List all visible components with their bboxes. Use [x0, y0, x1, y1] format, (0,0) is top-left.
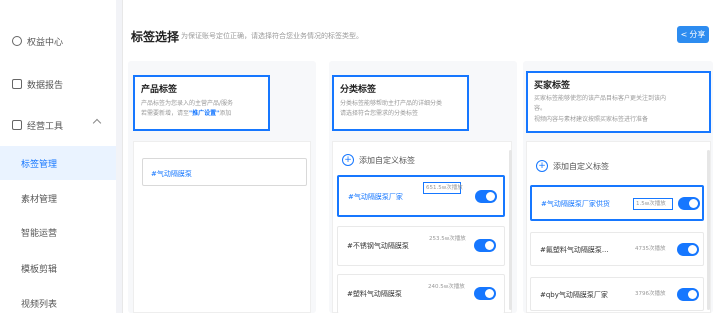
- sidebar-item-label: 标签管理: [21, 159, 58, 170]
- product-tag-column: 产品标签 产品标签为您录入的主营产品/服务 若需要新增，请至"推广设置"添加 #…: [128, 61, 316, 313]
- sidebar-item-rights-center[interactable]: 权益中心: [0, 24, 116, 58]
- sidebar-item-label: 智能运营: [21, 228, 58, 239]
- promotion-settings-link[interactable]: "推广设置": [189, 110, 219, 117]
- chart-icon: [12, 79, 22, 89]
- tag-toggle[interactable]: [678, 197, 700, 210]
- tag-name: #气动隔膜泵厂家: [348, 193, 403, 201]
- product-tag-desc-1: 产品标签为您录入的主营产品/服务: [141, 100, 234, 107]
- buyer-tag-desc-2: 容。: [534, 105, 547, 112]
- sidebar-item-data-report[interactable]: 数据报告: [0, 67, 116, 101]
- chevron-up-icon: [92, 118, 102, 128]
- toolbox-icon: [12, 120, 22, 130]
- product-tag-list: #气动隔膜泵: [133, 141, 311, 313]
- category-tag-title: 分类标签: [340, 85, 377, 95]
- buyer-tag-card[interactable]: #qby气动隔膜泵厂家 3796次播放: [530, 277, 704, 311]
- tag-name: #塑料气动隔膜泵: [347, 290, 402, 298]
- tag-toggle[interactable]: [677, 288, 699, 301]
- product-tag-name: #气动隔膜泵: [151, 170, 192, 178]
- category-tag-desc-1: 分类标签能够帮助主打产品的详细分类: [340, 100, 443, 107]
- tag-name: #qby气动隔膜泵厂家: [540, 291, 608, 299]
- sidebar-item-label: 素材管理: [21, 194, 58, 205]
- category-tag-column: 分类标签 分类标签能够帮助主打产品的详细分类 请选择符合您需求的分类标签 + 添…: [329, 61, 517, 313]
- buyer-tag-list: + 添加自定义标签 #气动隔膜泵厂家供货 1.5w次播放 #氟塑料气动隔膜泵..…: [526, 141, 711, 313]
- sidebar-item-label: 视频列表: [21, 299, 58, 310]
- scrollbar[interactable]: [509, 150, 512, 310]
- category-tag-card[interactable]: #气动隔膜泵厂家 651.5w次播放: [337, 175, 505, 217]
- tag-play-count: 3796次播放: [635, 291, 666, 297]
- category-tag-card[interactable]: #不锈钢气动隔膜泵 253.5w次播放: [337, 226, 505, 266]
- buyer-tag-title: 买家标签: [534, 81, 571, 91]
- tag-play-count: 651.5w次播放: [423, 182, 463, 194]
- share-label: 分享: [689, 30, 706, 39]
- tag-toggle[interactable]: [475, 190, 497, 203]
- buyer-tag-header: 买家标签 买家标签能够使您的该产品目标客户更关注到该内 容。 视频内容与素材建议…: [526, 71, 711, 133]
- tag-toggle[interactable]: [474, 239, 496, 252]
- main-panel: 标签选择 为保证账号定位正确，请选择符合您业务情况的标签类型。 < 分享 产品标…: [122, 0, 717, 313]
- product-tag-header: 产品标签 产品标签为您录入的主营产品/服务 若需要新增，请至"推广设置"添加: [133, 75, 270, 131]
- product-tag-desc-2: 若需要新增，请至"推广设置"添加: [141, 110, 232, 117]
- shield-icon: [12, 36, 22, 46]
- buyer-tag-column: 买家标签 买家标签能够使您的该产品目标客户更关注到该内 容。 视频内容与素材建议…: [523, 61, 713, 313]
- buyer-tag-card[interactable]: #氟塑料气动隔膜泵... 4735次播放: [530, 232, 704, 266]
- tag-toggle[interactable]: [474, 287, 496, 300]
- add-custom-tag-button[interactable]: + 添加自定义标签: [342, 154, 415, 166]
- add-custom-tag-button[interactable]: + 添加自定义标签: [536, 160, 609, 172]
- sidebar-item-label: 数据报告: [27, 80, 64, 91]
- share-button[interactable]: < 分享: [677, 26, 709, 43]
- sidebar: 权益中心 数据报告 经营工具 标签管理 素材管理 智能运营 模板剪辑 视频列表: [0, 0, 116, 313]
- tag-toggle[interactable]: [677, 243, 699, 256]
- share-icon: <: [680, 30, 688, 39]
- category-tag-list: + 添加自定义标签 #气动隔膜泵厂家 651.5w次播放 #不锈钢气动隔膜泵 2…: [332, 141, 512, 313]
- sidebar-item-label: 经营工具: [27, 121, 64, 132]
- buyer-tag-card[interactable]: #气动隔膜泵厂家供货 1.5w次播放: [530, 185, 704, 221]
- product-tag-item[interactable]: #气动隔膜泵: [142, 158, 307, 186]
- tag-name: #氟塑料气动隔膜泵...: [540, 246, 609, 254]
- category-tag-header: 分类标签 分类标签能够帮助主打产品的详细分类 请选择符合您需求的分类标签: [332, 75, 469, 131]
- add-custom-tag-label: 添加自定义标签: [359, 155, 415, 165]
- tag-name: #气动隔膜泵厂家供货: [541, 200, 610, 208]
- category-tag-desc-2: 请选择符合您需求的分类标签: [340, 110, 419, 117]
- sidebar-item-material-management[interactable]: 素材管理: [0, 181, 116, 215]
- add-custom-tag-label: 添加自定义标签: [553, 161, 609, 171]
- sidebar-item-business-tools[interactable]: 经营工具: [0, 108, 116, 142]
- product-tag-title: 产品标签: [141, 85, 178, 95]
- tag-play-count: 1.5w次播放: [633, 198, 673, 210]
- page-hint: 为保证账号定位正确，请选择符合您业务情况的标签类型。: [181, 32, 363, 40]
- tag-play-count: 4735次播放: [635, 246, 666, 252]
- page-title: 标签选择: [131, 30, 180, 44]
- scrollbar[interactable]: [707, 150, 710, 310]
- tag-play-count: 240.5w次播放: [428, 284, 465, 290]
- tag-play-count: 253.5w次播放: [429, 236, 466, 242]
- plus-icon: +: [342, 154, 354, 166]
- sidebar-item-video-list[interactable]: 视频列表: [0, 286, 116, 313]
- category-tag-card[interactable]: #塑料气动隔膜泵 240.5w次播放: [337, 274, 505, 313]
- sidebar-item-label: 权益中心: [27, 37, 64, 48]
- sidebar-item-smart-operation[interactable]: 智能运营: [0, 215, 116, 249]
- sidebar-item-label: 模板剪辑: [21, 264, 58, 275]
- plus-icon: +: [536, 160, 548, 172]
- buyer-tag-desc-3: 视频内容与素材建议按照买家标签进行准备: [534, 116, 649, 123]
- sidebar-item-tag-management[interactable]: 标签管理: [0, 146, 116, 180]
- tag-name: #不锈钢气动隔膜泵: [347, 242, 409, 250]
- buyer-tag-desc-1: 买家标签能够使您的该产品目标客户更关注到该内: [534, 95, 667, 102]
- sidebar-item-template-editing[interactable]: 模板剪辑: [0, 251, 116, 285]
